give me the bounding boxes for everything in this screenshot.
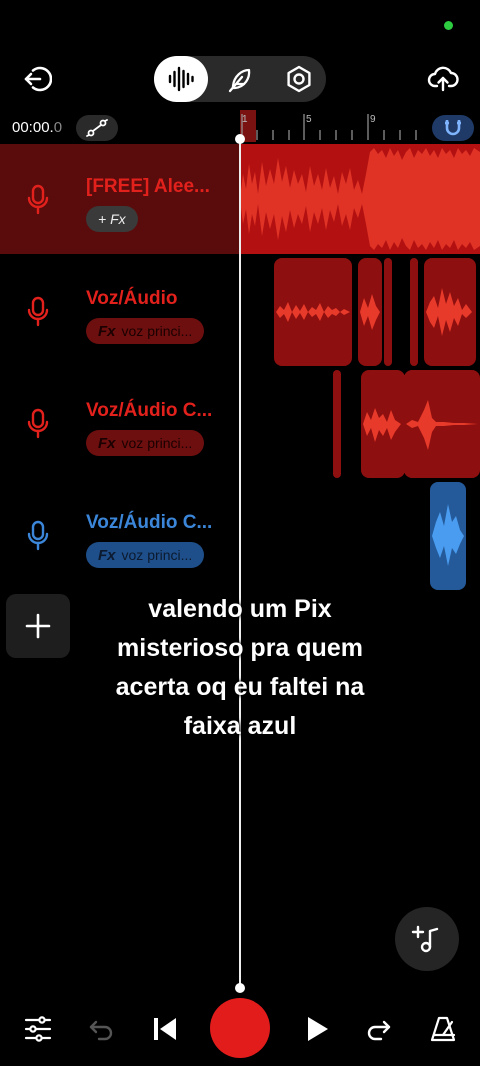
skip-back-icon — [154, 1018, 176, 1040]
caption-line: acerta oq eu faltei na — [115, 673, 365, 701]
microphone-icon — [27, 296, 49, 327]
plus-icon — [25, 613, 51, 639]
audio-clip[interactable] — [361, 370, 405, 478]
waveform-display — [360, 294, 380, 330]
add-music-note-icon — [411, 925, 439, 953]
waveform-display — [240, 148, 480, 250]
settings-hexagon-icon — [287, 65, 311, 93]
timeline-ruler[interactable] — [240, 110, 430, 144]
play-button[interactable] — [294, 1006, 340, 1052]
mode-switcher — [154, 56, 326, 102]
waveform-display — [406, 400, 478, 450]
audio-clip[interactable] — [424, 258, 476, 366]
audio-clip[interactable] — [430, 482, 466, 590]
fx-label: + Fx — [98, 211, 126, 227]
metronome-icon — [430, 1016, 456, 1042]
audio-clip[interactable] — [384, 258, 392, 366]
track-header-3[interactable]: Voz/Áudio C... Fx voz princi... — [0, 368, 240, 478]
settings-mode-button[interactable] — [272, 56, 326, 102]
audio-clip[interactable] — [410, 258, 418, 366]
track-header-2[interactable]: Voz/Áudio Fx voz princi... — [0, 256, 240, 366]
track-header-4[interactable]: Voz/Áudio C... Fx voz princi... — [0, 480, 240, 590]
track-name: Voz/Áudio C... — [86, 400, 213, 421]
automation-curve-icon — [86, 119, 108, 137]
waveform-mode-button[interactable] — [154, 56, 208, 102]
microphone-icon — [27, 520, 49, 551]
track-name: Voz/Áudio C... — [86, 512, 213, 533]
fx-preset-name: voz princi... — [121, 435, 193, 451]
audio-clip[interactable] — [333, 370, 341, 478]
record-button[interactable] — [210, 998, 270, 1058]
redo-icon — [367, 1020, 391, 1041]
waveform-display — [426, 288, 472, 336]
microphone-icon — [27, 184, 49, 215]
mixer-button[interactable] — [15, 1006, 61, 1052]
playhead-handle-bottom[interactable] — [235, 983, 245, 993]
play-icon — [308, 1017, 328, 1041]
snap-magnet-button[interactable] — [432, 115, 474, 141]
audio-clip-main[interactable] — [240, 144, 480, 254]
caption-line: valendo um Pix — [148, 595, 332, 623]
playhead-handle-top[interactable] — [235, 134, 245, 144]
audio-clip[interactable] — [274, 258, 352, 366]
fx-preset-name: voz princi... — [121, 547, 193, 563]
audio-clip[interactable] — [358, 258, 382, 366]
skip-to-start-button[interactable] — [142, 1006, 188, 1052]
audio-clip[interactable] — [404, 370, 480, 478]
waveform-display — [432, 504, 464, 566]
fx-label: Fx — [98, 546, 116, 564]
add-fx-button[interactable]: + Fx — [86, 206, 138, 232]
ruler-number: 5 — [306, 114, 312, 125]
fx-label: Fx — [98, 434, 116, 452]
track-name: Voz/Áudio — [86, 288, 178, 309]
fx-preset-button[interactable]: Fx voz princi... — [86, 430, 205, 456]
playhead-line[interactable] — [239, 136, 241, 988]
waveform-display — [363, 408, 401, 442]
fx-preset-name: voz princi... — [121, 323, 193, 339]
exit-icon — [24, 66, 52, 92]
undo-button[interactable] — [78, 1006, 124, 1052]
feather-icon — [228, 68, 251, 93]
add-music-button[interactable] — [395, 907, 459, 971]
magnet-icon — [445, 120, 461, 136]
automation-button[interactable] — [76, 115, 118, 141]
microphone-icon — [27, 408, 49, 439]
waveform-icon — [168, 66, 194, 92]
status-indicator-dot — [444, 21, 453, 30]
redo-button[interactable] — [356, 1006, 402, 1052]
time-display: 00:00.0 — [12, 119, 63, 136]
exit-button[interactable] — [14, 56, 60, 102]
metronome-button[interactable] — [420, 1006, 466, 1052]
undo-icon — [89, 1020, 113, 1041]
caption-line: misterioso pra quem — [117, 634, 363, 662]
track-header-1[interactable]: [FREE] Alee... + Fx — [0, 144, 240, 254]
feather-mode-button[interactable] — [213, 56, 267, 102]
ruler-number: 1 — [242, 114, 248, 125]
fx-preset-button[interactable]: Fx voz princi... — [86, 318, 205, 344]
add-track-button[interactable] — [6, 594, 70, 658]
fx-label: Fx — [98, 322, 116, 340]
track-name: [FREE] Alee... — [86, 176, 210, 197]
caption-line: faixa azul — [183, 712, 297, 740]
cloud-upload-icon — [427, 66, 459, 92]
upload-button[interactable] — [420, 56, 466, 102]
overlay-caption: valendo um Pix misterioso pra quem acert… — [90, 590, 390, 746]
waveform-display — [276, 302, 350, 322]
mixer-sliders-icon — [24, 1016, 52, 1042]
fx-preset-button[interactable]: Fx voz princi... — [86, 542, 205, 568]
ruler-number: 9 — [370, 114, 376, 125]
